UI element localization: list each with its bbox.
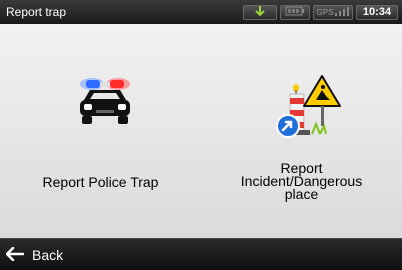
title-bar: Report trap GPS 10:34 bbox=[0, 0, 402, 24]
signal-label: GPS bbox=[316, 7, 334, 17]
report-police-trap-button[interactable]: Report Police Trap bbox=[0, 24, 201, 238]
battery-icon bbox=[285, 6, 305, 19]
battery-indicator bbox=[280, 4, 310, 20]
status-area: GPS 10:34 bbox=[243, 4, 398, 20]
bottom-bar: Back bbox=[0, 238, 402, 270]
clock: 10:34 bbox=[356, 4, 398, 20]
report-incident-button[interactable]: Report Incident/Dangerous place bbox=[201, 24, 402, 238]
satellite-antenna-icon bbox=[253, 5, 267, 20]
report-incident-label: Report Incident/Dangerous place bbox=[240, 160, 363, 202]
report-police-trap-label: Report Police Trap bbox=[42, 174, 159, 190]
signal-bars-icon bbox=[335, 6, 350, 19]
police-car-icon bbox=[74, 72, 136, 134]
arrow-left-icon bbox=[5, 246, 25, 264]
gps-status bbox=[243, 4, 277, 20]
back-button[interactable]: Back bbox=[5, 245, 64, 265]
signal-indicator: GPS bbox=[313, 4, 353, 20]
back-label: Back bbox=[32, 247, 64, 263]
screen-title: Report trap bbox=[6, 5, 67, 19]
main-panel: Report Police Trap Report Incident/Dange… bbox=[0, 24, 402, 238]
incident-warning-icon bbox=[276, 70, 346, 142]
